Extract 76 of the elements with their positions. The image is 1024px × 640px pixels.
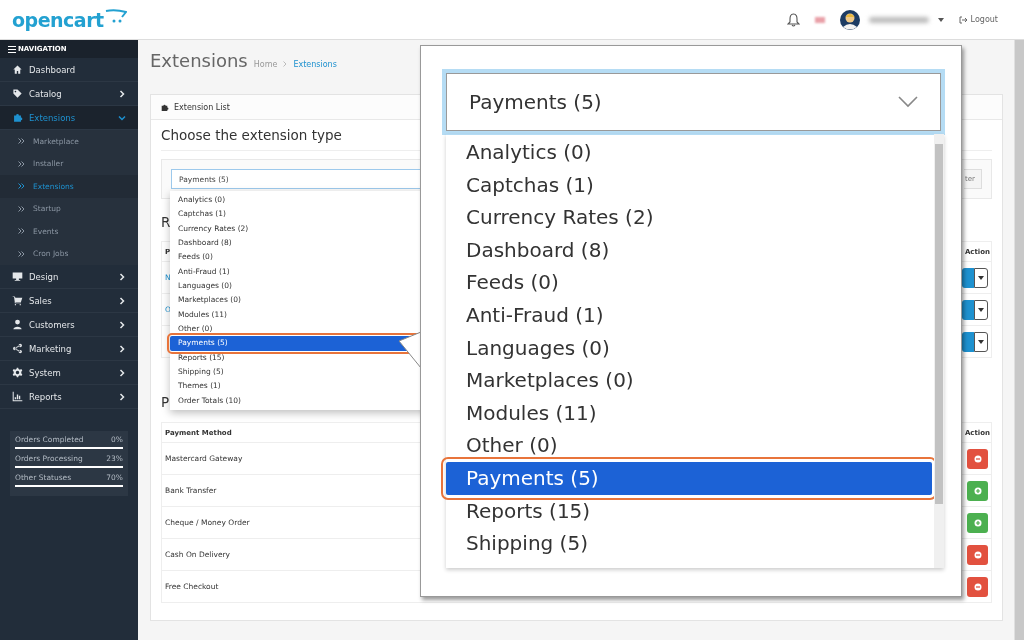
page-title: Extensions (150, 50, 248, 71)
logout-icon (958, 15, 968, 24)
dropdown-option[interactable]: Feeds (0) (446, 266, 932, 299)
cart-icon (12, 295, 23, 306)
nav-item[interactable]: Extensions (0, 106, 138, 130)
plus-circle-icon (973, 518, 982, 527)
double-chevron-icon (18, 160, 25, 167)
nav-item[interactable]: System (0, 361, 138, 385)
uninstall-button[interactable] (967, 544, 988, 565)
cart-logo-icon (104, 8, 127, 23)
section-heading: R (161, 213, 171, 232)
home-icon (12, 64, 23, 75)
minus-circle-icon (973, 582, 982, 591)
section-heading: P (161, 393, 170, 412)
scrollbar[interactable] (1014, 40, 1024, 640)
dropdown-button[interactable] (974, 331, 988, 352)
double-chevron-icon (18, 228, 25, 235)
menu-icon[interactable] (8, 45, 16, 53)
share-icon (12, 343, 23, 354)
panel-title: Extension List (174, 102, 230, 112)
chevron-down-icon (898, 96, 918, 108)
minus-circle-icon (973, 550, 982, 559)
user-icon (12, 319, 23, 330)
caret-icon (978, 275, 984, 280)
nav-item[interactable]: Customers (0, 313, 138, 337)
plus-circle-icon (973, 486, 982, 495)
chevron-right-icon (118, 89, 126, 98)
chevron-right-icon (118, 368, 126, 377)
dropdown-option[interactable]: Anti-Fraud (1) (446, 298, 932, 332)
uninstall-button[interactable] (967, 448, 988, 469)
caret-icon (978, 339, 984, 344)
edit-button[interactable] (962, 331, 974, 352)
tag-icon (12, 88, 23, 99)
puzzle-icon (12, 112, 23, 123)
avatar-icon[interactable] (839, 9, 860, 30)
dropdown-option[interactable]: Marketplaces (0) (446, 364, 932, 397)
double-chevron-icon (18, 250, 25, 257)
nav-item[interactable]: Reports (0, 385, 138, 409)
install-button[interactable] (967, 512, 988, 533)
dropdown-option[interactable]: Other (0) (446, 429, 932, 462)
chevron-right-icon (283, 61, 288, 67)
caret-icon (978, 307, 984, 312)
dropdown-option[interactable]: Dashboard (8) (446, 233, 932, 267)
chevron-right-icon (118, 296, 126, 305)
caret-icon[interactable] (937, 17, 944, 22)
gear-icon (12, 367, 23, 378)
chevron-right-icon (118, 344, 126, 353)
uninstall-button[interactable] (967, 576, 988, 597)
double-chevron-icon (18, 205, 25, 212)
chevron-right-icon (118, 320, 126, 329)
puzzle-icon (160, 102, 169, 112)
dropdown-option[interactable]: Modules (11) (446, 396, 932, 430)
nav-item[interactable]: Sales (0, 289, 138, 313)
dropdown-option[interactable]: Captchas (1) (446, 168, 932, 202)
dropdown-option[interactable]: Reports (15) (446, 494, 932, 528)
chevron-right-icon (118, 392, 126, 401)
bell-icon[interactable] (786, 12, 800, 27)
dropdown-option[interactable]: Shipping (5) (446, 527, 932, 560)
nav-item[interactable]: Design (0, 265, 138, 289)
edit-button[interactable] (962, 267, 974, 288)
edit-button[interactable] (962, 299, 974, 320)
nav-item[interactable]: Dashboard (0, 58, 138, 82)
chevron-down-icon (118, 113, 126, 122)
scrollbar[interactable] (934, 134, 944, 568)
logout-link[interactable]: Logout (958, 15, 998, 24)
double-chevron-icon (18, 138, 25, 145)
minus-circle-icon (973, 454, 982, 463)
dropdown-button[interactable] (974, 267, 988, 288)
nav-item[interactable]: Marketing (0, 337, 138, 361)
dropdown-button[interactable] (974, 299, 988, 320)
monitor-icon (12, 271, 23, 282)
chevron-right-icon (118, 272, 126, 281)
double-chevron-icon (18, 183, 25, 190)
bar-chart-icon (12, 391, 23, 402)
dropdown-option[interactable]: Currency Rates (2) (446, 201, 932, 234)
install-button[interactable] (967, 480, 988, 501)
